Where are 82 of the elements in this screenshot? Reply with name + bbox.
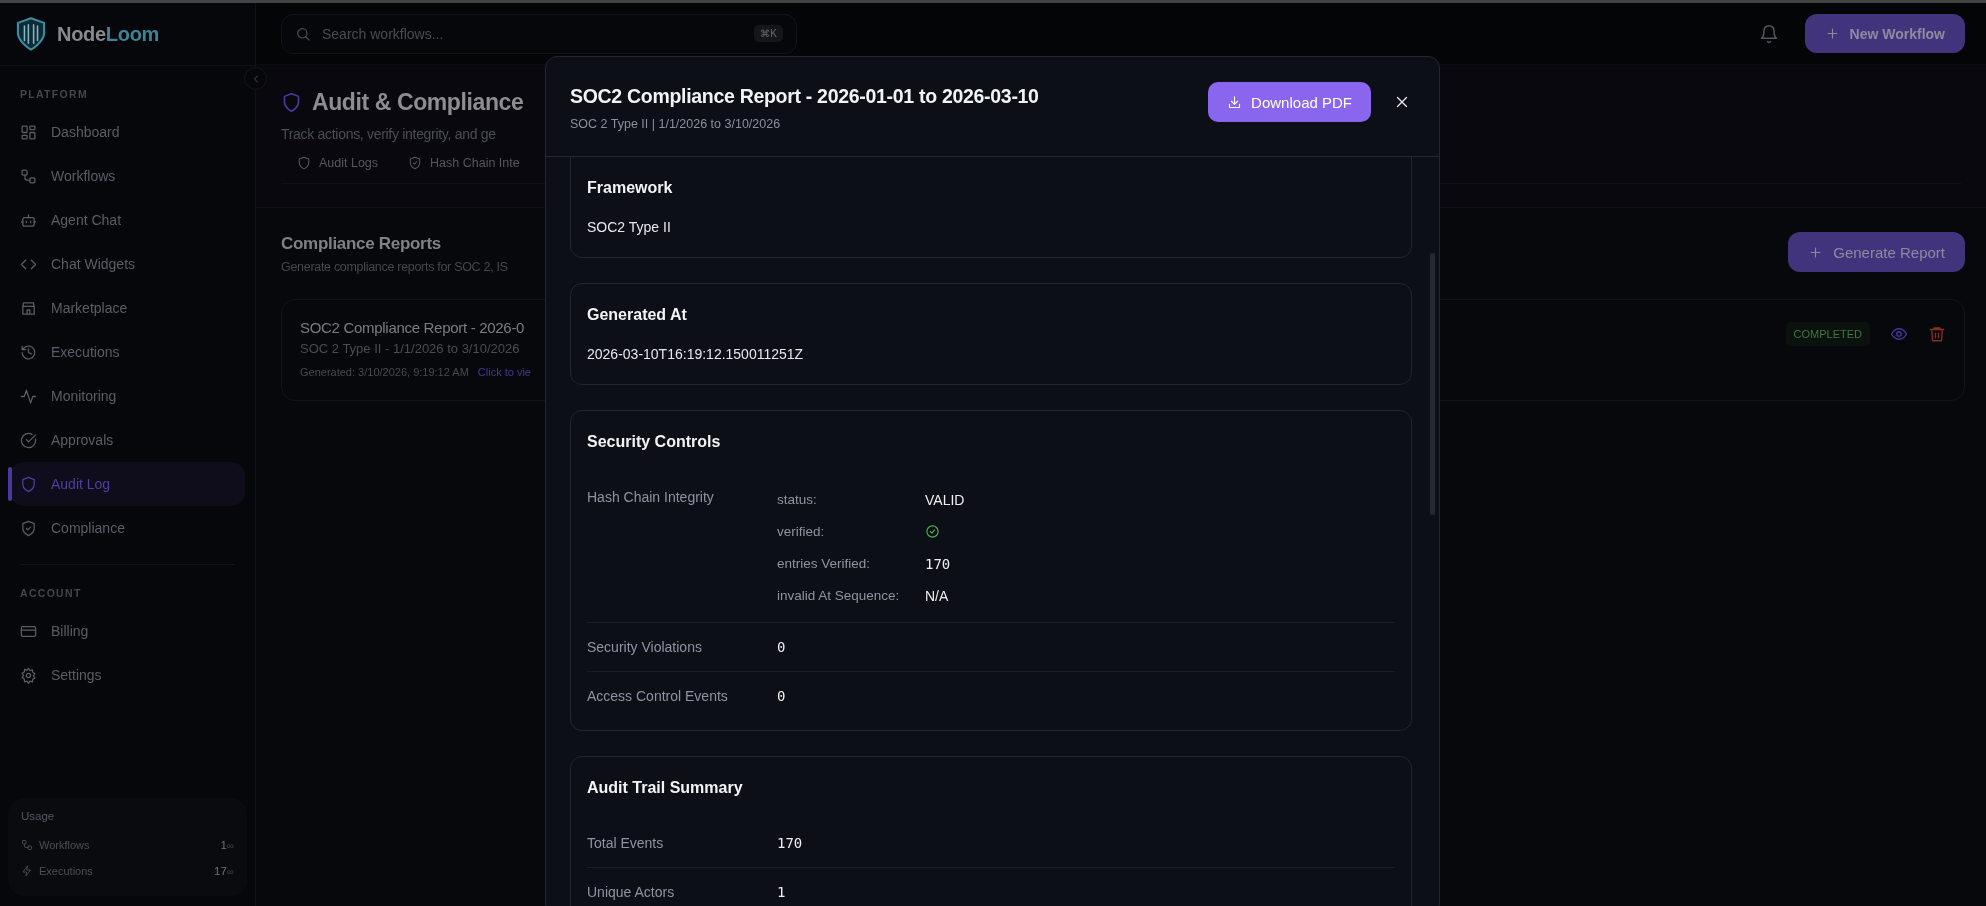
entry-key: verified: [777, 524, 925, 539]
dialog-subtitle: SOC 2 Type II | 1/1/2026 to 3/10/2026 [570, 117, 782, 131]
sidebar-item[interactable]: Audit Log [10, 462, 245, 506]
dialog-title: SOC2 Compliance Report - 2026-01-01 to 2026-03-10 [570, 85, 1039, 108]
usage-label: Executions [39, 865, 94, 877]
row-value: 1 [777, 884, 786, 900]
plus-icon [1808, 244, 1824, 260]
row-value: 0 [777, 639, 786, 655]
shield-icon [281, 91, 302, 114]
usage-value: 17∞ [214, 865, 234, 877]
page-subtitle: Track actions, verify integrity, and ge [281, 126, 497, 142]
store-icon [20, 299, 37, 317]
download-pdf-button[interactable]: Download PDF [1208, 82, 1371, 122]
shield-icon [297, 156, 311, 170]
download-icon [1227, 94, 1243, 110]
card-title: Framework [587, 179, 674, 197]
dashboard-icon [20, 123, 37, 141]
row-label: Access Control Events [587, 688, 729, 704]
row-label: Total Events [587, 835, 665, 851]
row-label: Unique Actors [587, 884, 676, 900]
sidebar-item[interactable]: Executions [10, 330, 245, 374]
card-title: Security Controls [587, 433, 722, 451]
sidebar-item[interactable]: Monitoring [10, 374, 245, 418]
sidebar-item[interactable]: Approvals [10, 418, 245, 462]
row-value: 170 [777, 835, 803, 851]
generated-date: Generated: 3/10/2026, 9:19:12 AM [300, 366, 469, 378]
row-label: Hash Chain Integrity [587, 489, 715, 507]
workflow-icon [21, 839, 33, 851]
row-label: Security Violations [587, 639, 703, 655]
activity-icon [20, 387, 37, 405]
sidebar-item[interactable]: Compliance [10, 506, 245, 550]
shield-check-icon [408, 156, 423, 170]
usage-title: Usage [21, 810, 56, 822]
new-workflow-button[interactable]: New Workflow [1804, 14, 1965, 53]
usage-label: Workflows [39, 839, 91, 851]
shield-icon [20, 475, 37, 493]
lightning-icon [21, 865, 33, 877]
sidebar-item[interactable]: Billing [10, 609, 245, 653]
sidebar-item[interactable]: Workflows [10, 154, 245, 198]
report-title: SOC2 Compliance Report - 2026-0 [300, 319, 526, 336]
scrollbar[interactable] [1430, 253, 1435, 515]
section-label: PLATFORM [19, 87, 89, 102]
section-subtitle: Generate compliance reports for SOC 2, IS [281, 260, 508, 274]
entry-key: invalid At Sequence: [777, 588, 925, 603]
sidebar-item[interactable]: Agent Chat [10, 198, 245, 242]
section-label: ACCOUNT [19, 586, 83, 601]
section-title: Compliance Reports [281, 234, 442, 254]
usage-value: 1∞ [220, 839, 234, 851]
logo-icon [15, 17, 47, 51]
settings-icon [20, 666, 37, 684]
sidebar-item[interactable]: Chat Widgets [10, 242, 245, 286]
workflow-icon [20, 167, 37, 185]
robot-icon [20, 211, 37, 229]
entry-key: status: [777, 492, 925, 507]
sidebar-item[interactable]: Dashboard [10, 110, 245, 154]
report-subtitle: SOC 2 Type II - 1/1/2026 to 3/10/2026 [300, 341, 521, 356]
entry-key: entries Verified: [777, 556, 925, 571]
card-value: SOC2 Type II [587, 219, 672, 235]
notification-bell-icon[interactable] [1758, 23, 1779, 44]
tab[interactable]: Audit Logs [297, 156, 379, 170]
tab[interactable]: Hash Chain Inte [408, 156, 520, 170]
entry-value: N/A [925, 587, 949, 604]
sidebar-item[interactable]: Marketplace [10, 286, 245, 330]
card-title: Audit Trail Summary [587, 779, 744, 797]
status-badge: COMPLETED [1785, 322, 1870, 346]
entry-value: 170 [925, 555, 951, 572]
eye-icon[interactable] [1890, 325, 1908, 343]
check-circle-icon [20, 431, 37, 449]
page-title: Audit & Compliance [312, 89, 524, 116]
card-title: Generated At [587, 306, 688, 324]
plus-icon [1824, 26, 1840, 41]
row-value: 0 [777, 688, 786, 704]
history-icon [20, 343, 37, 361]
generate-report-button[interactable]: Generate Report [1788, 232, 1965, 272]
view-link[interactable]: Click to vie [477, 366, 531, 378]
brand-name: NodeLoom [57, 22, 160, 46]
entry-value: VALID [925, 491, 965, 508]
sidebar-item[interactable]: Settings [10, 653, 245, 697]
card-value: 2026-03-10T16:19:12.150011251Z [587, 346, 805, 362]
trash-icon[interactable] [1928, 325, 1946, 343]
shield-check-icon [20, 519, 37, 537]
search-icon [295, 25, 311, 42]
